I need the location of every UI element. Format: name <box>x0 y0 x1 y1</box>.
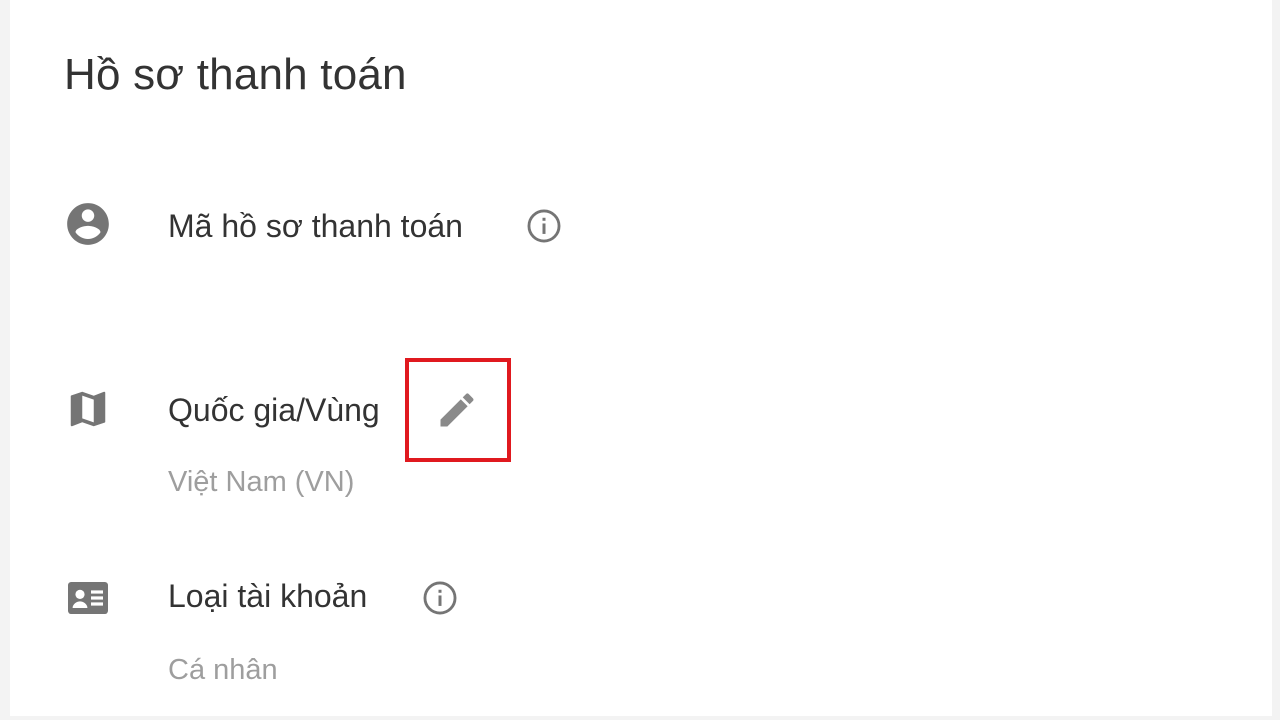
page-title: Hồ sơ thanh toán <box>64 50 407 99</box>
info-icon[interactable] <box>420 578 460 618</box>
account-type-value: Cá nhân <box>168 654 278 686</box>
info-icon[interactable] <box>524 206 564 246</box>
account-type-label: Loại tài khoản <box>168 578 368 614</box>
billing-profile-id-label: Mã hồ sơ thanh toán <box>168 208 463 244</box>
edit-country-button[interactable] <box>429 384 485 436</box>
id-card-icon <box>62 572 114 624</box>
country-region-value: Việt Nam (VN) <box>168 466 355 498</box>
country-region-label: Quốc gia/Vùng <box>168 392 380 428</box>
billing-profile-card: Hồ sơ thanh toán Mã hồ sơ thanh toán Quố… <box>10 0 1272 716</box>
pencil-icon <box>440 393 474 427</box>
map-icon <box>62 383 114 435</box>
account-circle-icon <box>62 198 114 250</box>
